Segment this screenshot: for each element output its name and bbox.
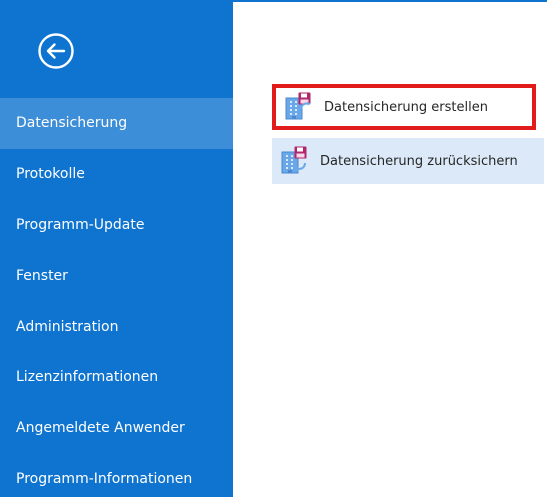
- sidebar-item-administration[interactable]: Administration: [0, 301, 233, 352]
- back-arrow-icon: [38, 33, 74, 69]
- restore-backup-button[interactable]: Datensicherung zurücksichern: [272, 138, 544, 184]
- sidebar-item-programm-informationen[interactable]: Programm-Informationen: [0, 454, 233, 504]
- create-backup-button[interactable]: Datensicherung erstellen: [272, 84, 536, 130]
- building-floppy-restore-icon: [281, 146, 307, 174]
- sidebar-item-angemeldete-anwender[interactable]: Angemeldete Anwender: [0, 403, 233, 454]
- restore-backup-label: Datensicherung zurücksichern: [320, 153, 518, 169]
- create-backup-label: Datensicherung erstellen: [324, 99, 488, 115]
- sidebar-item-label: Programm-Update: [16, 216, 145, 233]
- sidebar-item-datensicherung[interactable]: Datensicherung: [0, 98, 233, 149]
- back-button[interactable]: [36, 31, 76, 71]
- sidebar: Datensicherung Protokolle Programm-Updat…: [0, 0, 233, 497]
- sidebar-item-label: Angemeldete Anwender: [16, 420, 185, 437]
- main-content: Datensicherung erstellen Datensicherung …: [233, 2, 547, 497]
- sidebar-nav: Datensicherung Protokolle Programm-Updat…: [0, 98, 233, 504]
- sidebar-item-fenster[interactable]: Fenster: [0, 250, 233, 301]
- sidebar-item-label: Administration: [16, 318, 119, 335]
- sidebar-item-label: Protokolle: [16, 166, 85, 183]
- sidebar-item-label: Datensicherung: [16, 115, 128, 132]
- sidebar-item-label: Fenster: [16, 267, 68, 284]
- sidebar-item-label: Programm-Informationen: [16, 470, 193, 487]
- sidebar-item-label: Lizenzinformationen: [16, 369, 159, 386]
- sidebar-item-programm-update[interactable]: Programm-Update: [0, 200, 233, 251]
- sidebar-item-protokolle[interactable]: Protokolle: [0, 149, 233, 200]
- sidebar-item-lizenzinformationen[interactable]: Lizenzinformationen: [0, 352, 233, 403]
- building-floppy-icon: [285, 92, 311, 120]
